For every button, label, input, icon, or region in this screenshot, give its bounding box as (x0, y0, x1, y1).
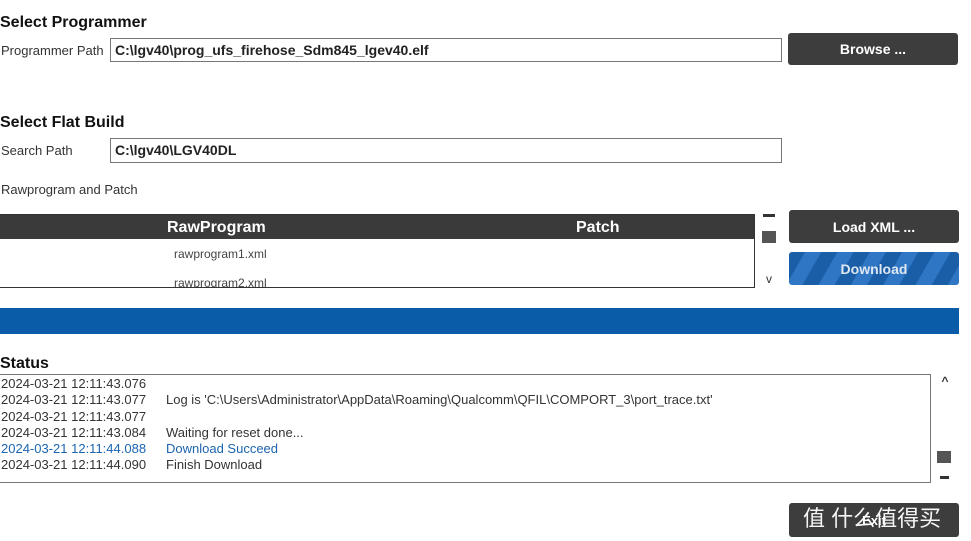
log-time: 2024-03-21 12:11:43.076 (1, 376, 147, 391)
scroll-up-icon[interactable]: ^ (938, 374, 952, 388)
browse-button[interactable]: Browse ... (788, 33, 958, 65)
select-flat-build-heading: Select Flat Build (0, 114, 125, 131)
table-row[interactable]: rawprogram1.xml (174, 247, 267, 261)
scrollbar-thumb[interactable] (762, 231, 776, 243)
log-time: 2024-03-21 12:11:43.077 (1, 392, 147, 408)
log-time: 2024-03-21 12:11:43.084 (1, 424, 147, 440)
log-message: Finish Download (166, 457, 263, 473)
log-entry: 2024-03-21 12:11:43.084 Waiting for reset… (1, 425, 928, 441)
progress-fill (0, 308, 959, 334)
log-time: 2024-03-21 12:11:44.088 (1, 441, 147, 457)
table-header: RawProgram Patch (0, 215, 754, 239)
progress-bar (0, 308, 959, 334)
status-heading: Status (0, 355, 49, 372)
programmer-path-input[interactable]: C:\lgv40\prog_ufs_firehose_Sdm845_lgev40… (110, 38, 782, 62)
log-entry: 2024-03-21 12:11:43.077 Log is 'C:\Users\… (1, 392, 928, 408)
log-time: 2024-03-21 12:11:44.090 (1, 457, 147, 473)
table-row[interactable]: rawprogram2.xml (174, 276, 267, 287)
scroll-down-icon[interactable]: v (762, 272, 776, 286)
programmer-path-label: Programmer Path (1, 43, 104, 58)
scroll-bottom-icon[interactable] (940, 476, 949, 479)
search-path-label: Search Path (1, 143, 73, 158)
log-message: Log is 'C:\Users\Administrator\AppData\R… (166, 392, 713, 408)
search-path-input[interactable]: C:\lgv40\LGV40DL (110, 138, 782, 163)
select-programmer-heading: Select Programmer (0, 14, 147, 31)
scroll-top-icon[interactable] (763, 214, 775, 217)
log-time: 2024-03-21 12:11:43.077 (1, 408, 147, 424)
log-entry: 2024-03-21 12:11:44.088 Download Succeed (1, 441, 928, 457)
rawprogram-patch-table[interactable]: RawProgram Patch rawprogram1.xml rawprog… (0, 214, 755, 288)
log-entry: 2024-03-21 12:11:43.076 (1, 376, 928, 392)
watermark: 值 什么值得买 (803, 506, 942, 531)
column-rawprogram[interactable]: RawProgram (167, 219, 266, 237)
download-button[interactable]: Download (789, 252, 959, 285)
status-log[interactable]: 2024-03-21 12:11:43.076 2024-03-21 12:11:… (0, 374, 931, 483)
log-message: Waiting for reset done... (166, 424, 304, 440)
load-xml-button[interactable]: Load XML ... (789, 210, 959, 243)
log-message: Download Succeed (166, 441, 279, 457)
rawprogram-patch-label: Rawprogram and Patch (1, 182, 138, 197)
column-patch[interactable]: Patch (576, 219, 620, 237)
scrollbar-thumb[interactable] (937, 451, 951, 463)
log-entry: 2024-03-21 12:11:43.077 (1, 409, 928, 425)
log-entry: 2024-03-21 12:11:44.090 Finish Download (1, 457, 928, 473)
